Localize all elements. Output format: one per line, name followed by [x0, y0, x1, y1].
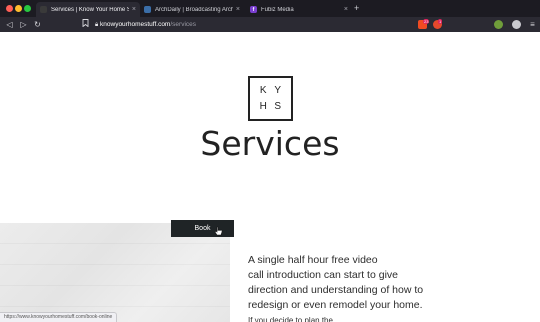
url-host: knowyourhomestuff.com — [100, 21, 171, 28]
fubiz-favicon-icon: f — [250, 6, 257, 13]
tab-archdaily[interactable]: ArchDaily | Broadcasting Archite × — [140, 2, 244, 17]
address-bar[interactable]: 🔒︎ knowyourhomestuff.com/services — [95, 20, 415, 29]
profile-avatar-icon[interactable] — [512, 20, 521, 29]
archdaily-favicon-icon — [144, 6, 151, 13]
intro-line: direction and understanding of how to — [248, 284, 424, 296]
back-icon[interactable]: ◁ — [4, 19, 15, 30]
logo-letter: S — [274, 101, 282, 113]
menu-icon[interactable]: ≡ — [527, 19, 538, 30]
bookmark-icon[interactable] — [80, 19, 91, 30]
hero-image — [0, 223, 230, 322]
intro-line: redesign or even remodel your home. — [248, 299, 423, 311]
reload-icon[interactable]: ↻ — [32, 19, 43, 30]
close-window-button[interactable] — [6, 5, 13, 12]
tab-services[interactable]: Services | Know Your Home Stu × — [36, 2, 140, 17]
shield-count-badge: 23 — [423, 19, 430, 24]
link-status-bar: https://www.knowyourhomestuff.com/book-o… — [0, 312, 118, 322]
lock-icon: 🔒︎ — [95, 22, 99, 28]
intro-second-paragraph: If you decide to plan the — [248, 316, 333, 322]
logo-letter: Y — [274, 84, 282, 96]
intro-line: A single half hour free video — [248, 254, 378, 266]
book-button[interactable]: Book — [171, 220, 234, 237]
site-favicon-icon — [40, 6, 47, 13]
intro-line: call introduction can start to give — [248, 269, 398, 281]
logo-letter: H — [259, 101, 267, 113]
tab-title: Services | Know Your Home Stu — [51, 6, 129, 13]
hand-cursor-icon — [214, 226, 223, 236]
logo-letter: K — [259, 84, 267, 96]
tab-title: ArchDaily | Broadcasting Archite — [155, 6, 233, 13]
intro-paragraph: A single half hour free video call intro… — [248, 253, 538, 313]
maximize-window-button[interactable] — [24, 5, 31, 12]
forward-icon[interactable]: ▷ — [18, 19, 29, 30]
tab-title: Fubiz Media — [261, 6, 294, 13]
close-tab-icon[interactable]: × — [132, 6, 136, 13]
minimize-window-button[interactable] — [15, 5, 22, 12]
site-logo[interactable]: K Y H S — [248, 76, 293, 121]
close-tab-icon[interactable]: × — [236, 6, 240, 13]
browser-toolbar: ◁ ▷ ↻ 🔒︎ knowyourhomestuff.com/services … — [0, 17, 540, 32]
close-tab-icon[interactable]: × — [344, 6, 348, 13]
url-path: /services — [170, 21, 197, 28]
tab-strip: Services | Know Your Home Stu × ArchDail… — [0, 0, 540, 17]
new-tab-button[interactable]: + — [354, 3, 359, 13]
extension-icon[interactable] — [494, 20, 503, 29]
tab-fubiz[interactable]: f Fubiz Media × — [246, 2, 352, 17]
page-title: Services — [200, 124, 340, 163]
